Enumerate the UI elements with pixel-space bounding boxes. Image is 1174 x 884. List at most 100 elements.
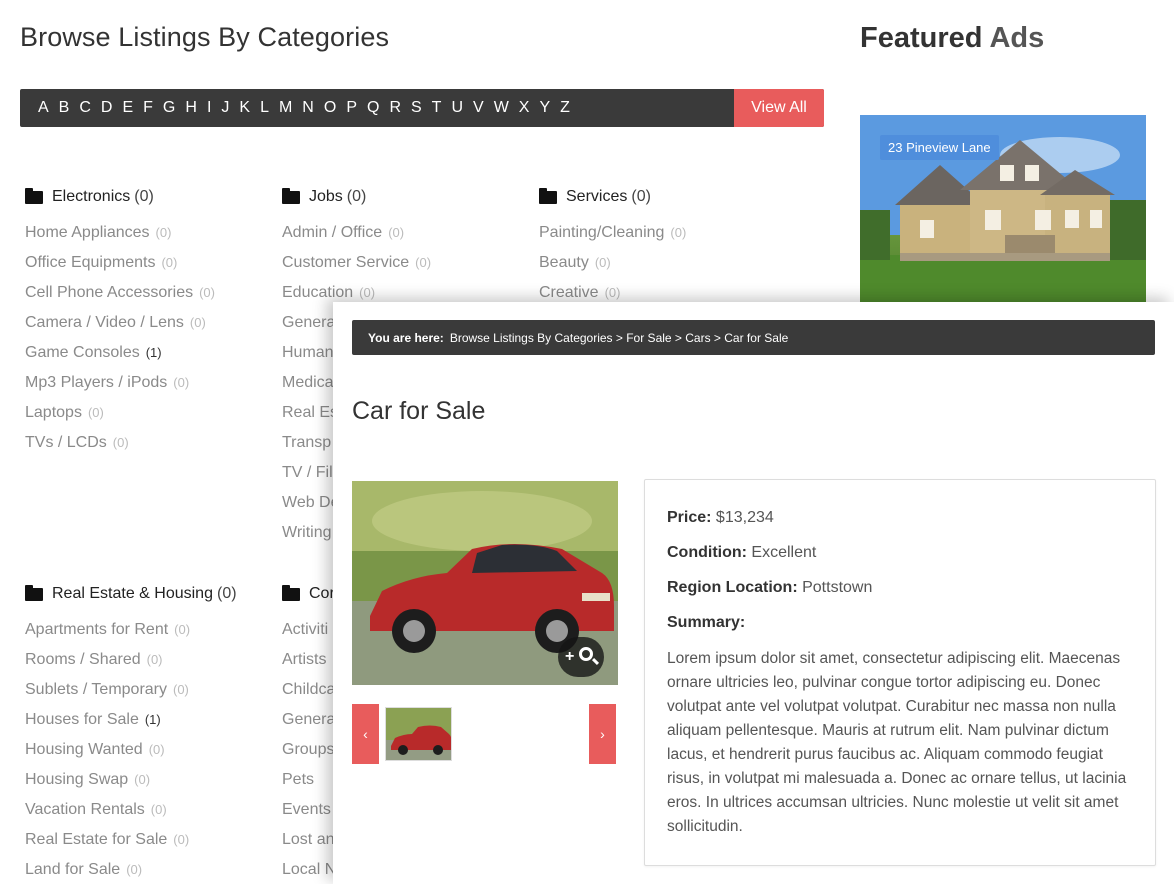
category-heading[interactable]: Electronics (0) <box>25 186 270 208</box>
subcategory-item[interactable]: Customer Service (0) <box>282 254 527 284</box>
alphabet-letter-r[interactable]: R <box>389 99 401 117</box>
summary-label: Summary: <box>667 614 746 631</box>
subcategory-item[interactable]: Game Consoles (1) <box>25 344 270 374</box>
price-row: Price: $13,234 <box>667 509 774 526</box>
alphabet-letter-i[interactable]: I <box>207 99 211 117</box>
alphabet-letter-d[interactable]: D <box>101 99 113 117</box>
subcategory-label: Genera <box>282 314 336 331</box>
alphabet-letter-n[interactable]: N <box>302 99 314 117</box>
subcategory-label: Vacation Rentals <box>25 801 145 818</box>
subcategory-item[interactable]: Houses for Sale (1) <box>25 711 270 741</box>
subcategory-item[interactable]: Admin / Office (0) <box>282 224 527 254</box>
breadcrumb: You are here: Browse Listings By Categor… <box>352 320 1155 355</box>
subcategory-item[interactable]: Housing Swap (0) <box>25 771 270 801</box>
folder-icon <box>25 584 43 601</box>
category-services: Services (0) Painting/Cleaning (0) Beauty (0… <box>539 186 784 314</box>
gallery-thumbnail[interactable] <box>385 707 452 761</box>
alphabet-letter-g[interactable]: G <box>163 99 175 117</box>
subcategory-count: (0) <box>161 255 178 270</box>
subcategory-count: (0) <box>415 255 432 270</box>
subcategory-label: Apartments for Rent <box>25 621 169 638</box>
price-value: $13,234 <box>715 509 774 526</box>
featured-ad-image[interactable]: 23 Pineview Lane <box>860 115 1146 305</box>
breadcrumb-label: You are here: <box>368 330 444 345</box>
subcategory-item[interactable]: Office Equipments (0) <box>25 254 270 284</box>
alphabet-letter-c[interactable]: C <box>79 99 91 117</box>
alphabet-letter-f[interactable]: F <box>143 99 153 117</box>
alphabet-letter-z[interactable]: Z <box>560 99 570 117</box>
alphabet-letter-k[interactable]: K <box>239 99 250 117</box>
subcategory-count: (0) <box>112 435 129 450</box>
subcategory-label: Real Estate for Sale <box>25 831 168 848</box>
subcategory-count: (0) <box>388 225 405 240</box>
subcategory-label: Pets <box>282 771 315 788</box>
subcategory-label: Admin / Office <box>282 224 383 241</box>
subcategory-count: (1) <box>145 345 162 360</box>
alphabet-letter-e[interactable]: E <box>122 99 133 117</box>
category-heading[interactable]: Services (0) <box>539 186 784 208</box>
subcategory-label: TV / Fil <box>282 464 333 481</box>
alphabet-letter-u[interactable]: U <box>451 99 463 117</box>
subcategory-item[interactable]: Painting/Cleaning (0) <box>539 224 784 254</box>
alphabet-letter-l[interactable]: L <box>260 99 269 117</box>
alphabet-letter-h[interactable]: H <box>185 99 197 117</box>
alphabet-letter-o[interactable]: O <box>324 99 336 117</box>
gallery-prev-button[interactable]: ‹ <box>352 704 379 764</box>
category-heading[interactable]: Jobs (0) <box>282 186 527 208</box>
subcategory-item[interactable]: Vacation Rentals (0) <box>25 801 270 831</box>
subcategory-item[interactable]: Camera / Video / Lens (0) <box>25 314 270 344</box>
subcategory-count: (0) <box>199 285 215 300</box>
subcategory-label: Medica <box>282 374 334 391</box>
subcategory-label: Genera <box>282 711 336 728</box>
category-heading[interactable]: Real Estate & Housing (0) <box>25 583 270 605</box>
subcategory-item[interactable]: Apartments for Rent (0) <box>25 621 270 651</box>
zoom-in-button[interactable]: + <box>558 637 604 677</box>
subcategory-item[interactable]: Home Appliances (0) <box>25 224 270 254</box>
subcategory-label: Land for Sale <box>25 861 121 878</box>
summary-text: Lorem ipsum dolor sit amet, consectetur … <box>667 650 1127 835</box>
subcategory-label: Customer Service <box>282 254 410 271</box>
condition-row: Condition: Excellent <box>667 544 817 561</box>
ad-title: Car for Sale <box>352 397 486 425</box>
subcategory-item[interactable]: Rooms / Shared (0) <box>25 651 270 681</box>
gallery-next-button[interactable]: › <box>589 704 616 764</box>
ad-details-box: Price: $13,234 Condition: Excellent Regi… <box>644 479 1156 866</box>
subcategory-item[interactable]: Real Estate for Sale (0) <box>25 831 270 861</box>
breadcrumb-path[interactable]: Browse Listings By Categories > For Sale… <box>450 331 788 345</box>
subcategory-label: Events <box>282 801 331 818</box>
subcategory-count: (0) <box>670 225 687 240</box>
car-thumbnail-image <box>386 708 451 760</box>
ad-main-photo[interactable]: + <box>352 481 618 685</box>
subcategory-count: (0) <box>359 285 376 300</box>
alphabet-letter-q[interactable]: Q <box>367 99 379 117</box>
view-all-button[interactable]: View All <box>734 89 824 127</box>
subcategory-label: Houses for Sale <box>25 711 139 728</box>
subcategory-label: Artists <box>282 651 327 668</box>
alphabet-letter-m[interactable]: M <box>279 99 292 117</box>
subcategory-item[interactable]: Land for Sale (0) <box>25 861 270 884</box>
alphabet-letter-t[interactable]: T <box>432 99 442 117</box>
subcategory-item[interactable]: Housing Wanted (0) <box>25 741 270 771</box>
subcategory-item[interactable]: Cell Phone Accessories (0) <box>25 284 270 314</box>
subcategory-item[interactable]: TVs / LCDs (0) <box>25 434 270 464</box>
alphabet-letter-p[interactable]: P <box>346 99 357 117</box>
alphabet-letter-s[interactable]: S <box>411 99 422 117</box>
alphabet-letter-y[interactable]: Y <box>539 99 550 117</box>
subcategory-item[interactable]: Laptops (0) <box>25 404 270 434</box>
alphabet-letter-w[interactable]: W <box>494 99 509 117</box>
alphabet-letter-j[interactable]: J <box>221 99 229 117</box>
alphabet-letter-v[interactable]: V <box>473 99 484 117</box>
alphabet-letter-a[interactable]: A <box>38 99 49 117</box>
alphabet-letter-b[interactable]: B <box>59 99 70 117</box>
featured-ads-title: Featured Ads <box>860 22 1045 54</box>
subcategory-label: Activiti <box>282 621 329 638</box>
subcategory-item[interactable]: Mp3 Players / iPods (0) <box>25 374 270 404</box>
alphabet-filter-bar: ABCDEFGHIJKLMNOPQRSTUVWXYZ View All <box>20 89 824 127</box>
subcategory-item[interactable]: Beauty (0) <box>539 254 784 284</box>
subcategory-label: Laptops <box>25 404 82 421</box>
subcategory-count: (0) <box>189 315 206 330</box>
featured-ad-badge[interactable]: 23 Pineview Lane <box>880 135 999 160</box>
subcategory-item[interactable]: Sublets / Temporary (0) <box>25 681 270 711</box>
subcategory-label: Transp <box>282 434 332 451</box>
alphabet-letter-x[interactable]: X <box>519 99 530 117</box>
